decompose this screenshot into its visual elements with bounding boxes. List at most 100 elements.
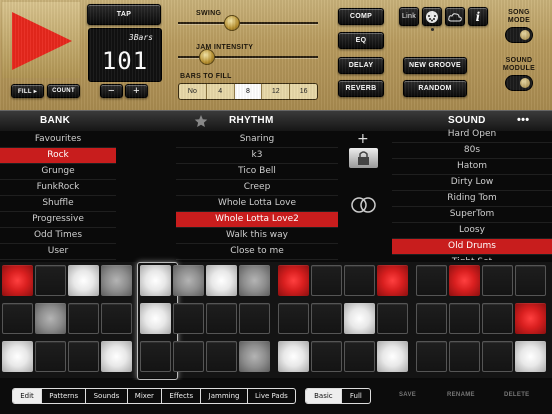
sound-module-toggle[interactable] xyxy=(505,75,533,91)
drum-pad[interactable] xyxy=(278,341,309,372)
drum-pad[interactable] xyxy=(140,303,171,334)
drum-pad[interactable] xyxy=(311,341,342,372)
sound-list-item[interactable]: Hard Open xyxy=(392,127,552,143)
jam-intensity-slider-knob[interactable] xyxy=(199,49,215,65)
drum-pad[interactable] xyxy=(239,303,270,334)
drum-pad[interactable] xyxy=(377,303,408,334)
main-tab[interactable]: Effects xyxy=(162,389,202,403)
drum-pad[interactable] xyxy=(278,265,309,296)
main-tab[interactable]: Jamming xyxy=(201,389,248,403)
rhythm-list-item[interactable]: Whole Lotta Love2 xyxy=(176,212,338,228)
drum-pad[interactable] xyxy=(173,303,204,334)
cloud-button[interactable] xyxy=(445,7,465,26)
sound-list-item[interactable]: 80s xyxy=(392,143,552,159)
drum-pad[interactable] xyxy=(35,341,66,372)
drum-pad[interactable] xyxy=(344,303,375,334)
drum-pad[interactable] xyxy=(206,341,237,372)
drum-pad[interactable] xyxy=(35,303,66,334)
bank-list-item[interactable]: Grunge xyxy=(0,164,116,180)
bars-to-fill-option[interactable]: 12 xyxy=(262,84,291,99)
drum-pad[interactable] xyxy=(2,265,33,296)
sound-list-item[interactable]: Dirty Low xyxy=(392,175,552,191)
drum-pad[interactable] xyxy=(140,265,171,296)
bank-list-item[interactable]: User xyxy=(0,244,116,260)
drum-pad[interactable] xyxy=(140,341,171,372)
rhythm-list-item[interactable]: Whole Lotta Love xyxy=(176,196,338,212)
midi-button[interactable] xyxy=(422,7,442,26)
bars-to-fill-option[interactable]: 8 xyxy=(234,84,263,99)
favourite-star-button[interactable] xyxy=(194,113,208,132)
drum-pad[interactable] xyxy=(35,265,66,296)
drum-pad[interactable] xyxy=(482,303,513,334)
drum-pad[interactable] xyxy=(344,265,375,296)
drum-pad[interactable] xyxy=(101,265,132,296)
delay-button[interactable]: DELAY xyxy=(338,57,384,74)
play-button[interactable] xyxy=(2,2,80,78)
delete-button[interactable]: DELETE xyxy=(504,392,529,398)
main-tab[interactable]: Edit xyxy=(13,389,43,403)
drum-pad[interactable] xyxy=(173,265,204,296)
drum-pad[interactable] xyxy=(449,341,480,372)
save-button[interactable]: SAVE xyxy=(399,392,416,398)
tap-button[interactable]: TAP xyxy=(87,4,161,25)
link-rings-button[interactable] xyxy=(349,195,379,219)
drum-pad[interactable] xyxy=(239,265,270,296)
sound-list-item[interactable]: Riding Tom xyxy=(392,191,552,207)
main-tab[interactable]: Live Pads xyxy=(248,389,295,403)
drum-pad[interactable] xyxy=(101,303,132,334)
rename-button[interactable]: RENAME xyxy=(447,392,475,398)
bank-list-item[interactable]: Odd Times xyxy=(0,228,116,244)
drum-pad[interactable] xyxy=(482,265,513,296)
main-tab[interactable]: Patterns xyxy=(42,389,87,403)
sound-list-item[interactable]: SuperTom xyxy=(392,207,552,223)
drum-pad[interactable] xyxy=(482,341,513,372)
drum-pad[interactable] xyxy=(515,303,546,334)
drum-pad[interactable] xyxy=(206,303,237,334)
mode-tab[interactable]: Full xyxy=(342,389,370,403)
sound-list-item[interactable]: Old Drums xyxy=(392,239,552,255)
add-rhythm-button[interactable]: + xyxy=(357,131,369,147)
drum-pad[interactable] xyxy=(68,341,99,372)
drum-pad[interactable] xyxy=(278,303,309,334)
rhythm-list-item[interactable]: Tico Bell xyxy=(176,164,338,180)
drum-pad[interactable] xyxy=(2,341,33,372)
main-tab[interactable]: Mixer xyxy=(128,389,163,403)
drum-pad[interactable] xyxy=(515,265,546,296)
info-button[interactable]: i xyxy=(468,7,488,26)
bars-to-fill-option[interactable]: 16 xyxy=(290,84,317,99)
sound-list-item[interactable]: Tight Set xyxy=(392,255,552,260)
bars-to-fill-option[interactable]: 4 xyxy=(207,84,235,99)
rhythm-list-item[interactable]: Walk this way xyxy=(176,228,338,244)
swing-slider-knob[interactable] xyxy=(224,15,241,31)
main-tab[interactable]: Sounds xyxy=(86,389,128,403)
count-button[interactable]: COUNT xyxy=(47,84,80,98)
bars-to-fill-option[interactable]: No xyxy=(179,84,207,99)
rhythm-list-item[interactable]: Creep xyxy=(176,180,338,196)
drum-pad[interactable] xyxy=(68,303,99,334)
tempo-increase-button[interactable]: + xyxy=(125,84,148,98)
bank-list-item[interactable]: FunkRock xyxy=(0,180,116,196)
reverb-button[interactable]: REVERB xyxy=(338,80,384,97)
bars-to-fill-selector[interactable]: No 4 8 12 16 xyxy=(178,83,318,100)
bank-list-item[interactable]: Progressive xyxy=(0,212,116,228)
drum-pad[interactable] xyxy=(377,341,408,372)
drum-pad[interactable] xyxy=(416,303,447,334)
new-groove-button[interactable]: NEW GROOVE xyxy=(403,57,467,74)
drum-pad[interactable] xyxy=(2,303,33,334)
random-button[interactable]: RANDOM xyxy=(403,80,467,97)
rhythm-list-item[interactable]: Snaring xyxy=(176,132,338,148)
link-button[interactable]: Link xyxy=(399,7,419,26)
drum-pad[interactable] xyxy=(173,341,204,372)
drum-pad[interactable] xyxy=(206,265,237,296)
drum-pad[interactable] xyxy=(344,341,375,372)
drum-pad[interactable] xyxy=(101,341,132,372)
more-options-button[interactable]: ••• xyxy=(517,114,529,126)
sound-list-item[interactable]: Hatom xyxy=(392,159,552,175)
song-mode-toggle[interactable] xyxy=(505,27,533,43)
drum-pad[interactable] xyxy=(311,303,342,334)
lock-button[interactable] xyxy=(349,148,378,168)
drum-pad[interactable] xyxy=(68,265,99,296)
fill-button[interactable]: FILL ▸ xyxy=(11,84,44,98)
rhythm-list-item[interactable]: Close to me xyxy=(176,244,338,260)
drum-pad[interactable] xyxy=(449,303,480,334)
